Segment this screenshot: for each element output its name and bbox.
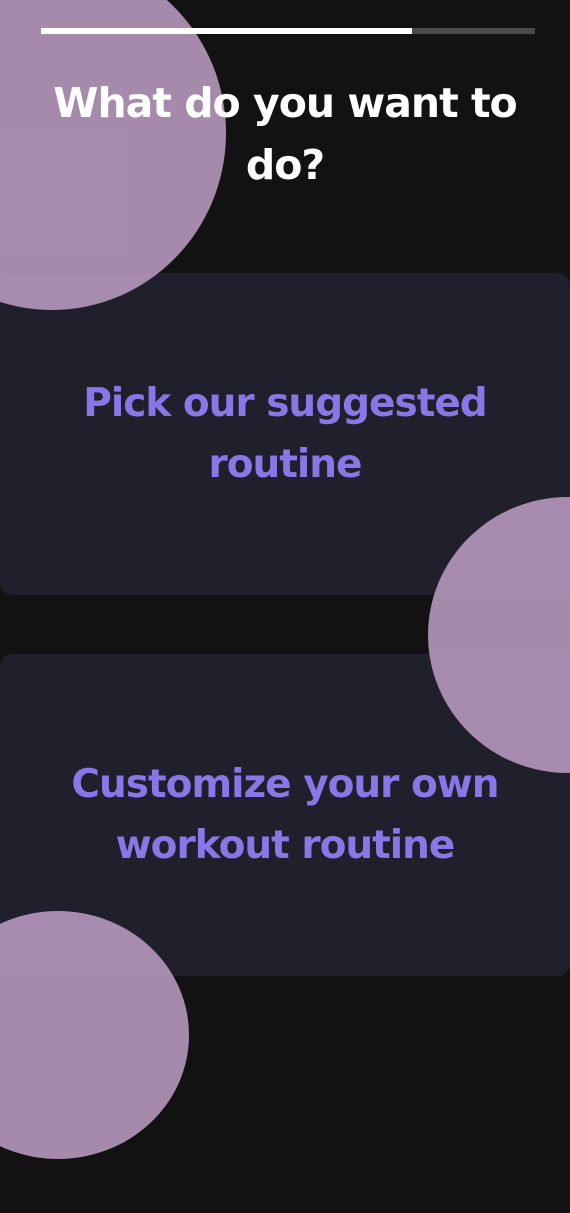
onboarding-screen: What do you want to do? Pick our suggest…	[0, 0, 570, 1213]
option-custom-routine-label: Customize your own workout routine	[71, 762, 499, 868]
option-custom-routine-button[interactable]: Customize your own workout routine	[0, 654, 570, 976]
option-suggested-routine-button[interactable]: Pick our suggested routine	[0, 273, 570, 595]
option-suggested-routine-label: Pick our suggested routine	[83, 381, 487, 487]
progress-bar	[41, 28, 535, 34]
progress-bar-fill	[41, 28, 412, 34]
page-title: What do you want to do?	[53, 79, 517, 189]
